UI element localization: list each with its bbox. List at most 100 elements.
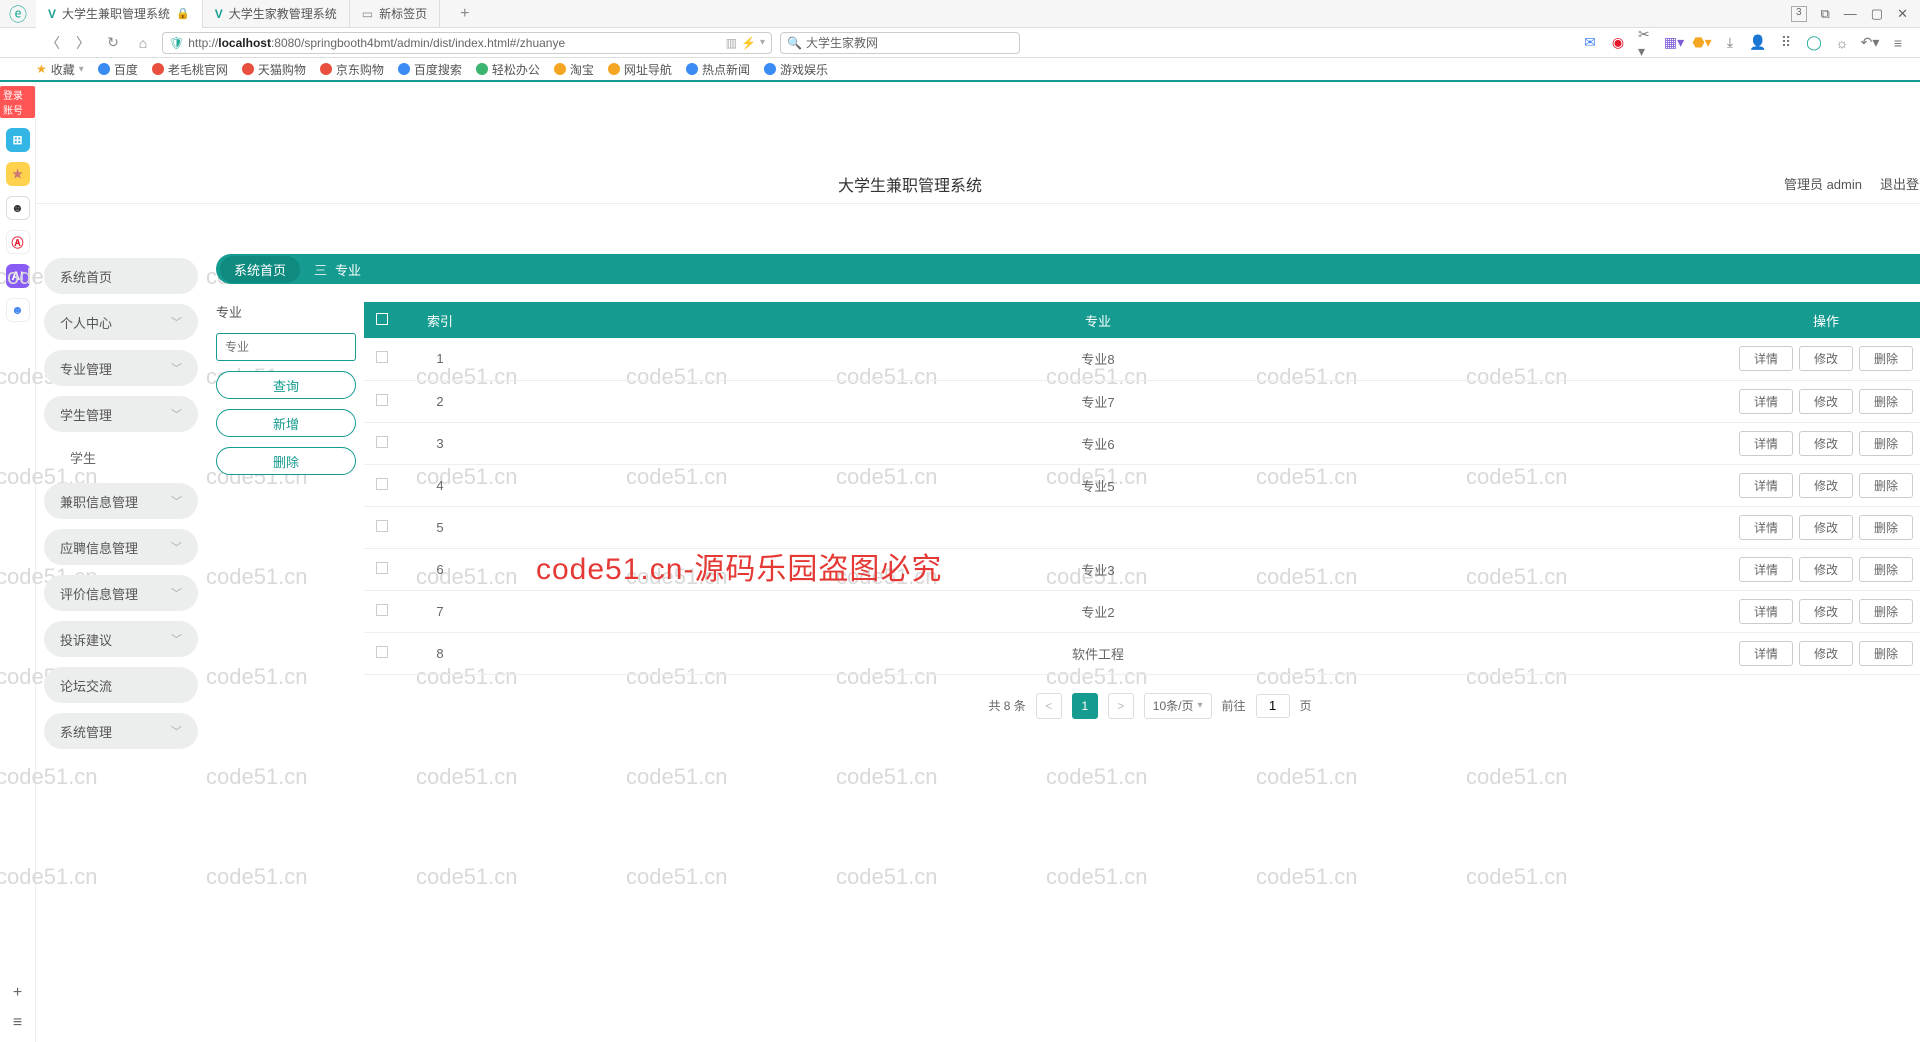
nav-fwd-icon[interactable]: 〉 bbox=[72, 33, 94, 53]
qr-icon[interactable]: ▥ bbox=[726, 36, 737, 50]
row-delete-button[interactable]: 删除 bbox=[1859, 431, 1913, 456]
edit-button[interactable]: 修改 bbox=[1799, 641, 1853, 666]
detail-button[interactable]: 详情 bbox=[1739, 641, 1793, 666]
nav-home-icon[interactable]: ⌂ bbox=[132, 35, 154, 51]
row-delete-button[interactable]: 删除 bbox=[1859, 599, 1913, 624]
edit-button[interactable]: 修改 bbox=[1799, 473, 1853, 498]
rail-app-icon[interactable]: ☻ bbox=[6, 196, 30, 220]
window-max-icon[interactable]: ▢ bbox=[1871, 6, 1883, 22]
detail-button[interactable]: 详情 bbox=[1739, 473, 1793, 498]
row-checkbox[interactable] bbox=[376, 478, 388, 490]
pager-page[interactable]: 1 bbox=[1072, 693, 1098, 719]
sun-icon[interactable]: ☼ bbox=[1834, 35, 1850, 51]
browser-tab-2[interactable]: ▭新标签页 bbox=[350, 0, 440, 28]
edit-button[interactable]: 修改 bbox=[1799, 346, 1853, 371]
bookmark-item[interactable]: 老毛桃官网 bbox=[152, 61, 228, 78]
edit-button[interactable]: 修改 bbox=[1799, 557, 1853, 582]
sidebar-item-major[interactable]: 专业管理﹀ bbox=[44, 350, 198, 386]
bolt-icon[interactable]: ⚡ bbox=[741, 36, 756, 50]
bookmark-fav[interactable]: ★收藏▾ bbox=[36, 61, 84, 78]
new-tab-button[interactable]: + bbox=[440, 0, 489, 28]
sidebar-item-home[interactable]: 系统首页 bbox=[44, 258, 198, 294]
query-button[interactable]: 查询 bbox=[216, 371, 356, 399]
row-checkbox[interactable] bbox=[376, 351, 388, 363]
edit-button[interactable]: 修改 bbox=[1799, 389, 1853, 414]
sidebar-item-forum[interactable]: 论坛交流 bbox=[44, 667, 198, 703]
row-delete-button[interactable]: 删除 bbox=[1859, 515, 1913, 540]
edit-button[interactable]: 修改 bbox=[1799, 431, 1853, 456]
window-min-icon[interactable]: — bbox=[1844, 6, 1857, 22]
row-delete-button[interactable]: 删除 bbox=[1859, 346, 1913, 371]
row-checkbox[interactable] bbox=[376, 436, 388, 448]
rail-app-icon[interactable]: AI bbox=[6, 264, 30, 288]
url-input[interactable]: 🛡 http://localhost:8080/springbooth4bmt/… bbox=[162, 32, 772, 54]
edit-button[interactable]: 修改 bbox=[1799, 599, 1853, 624]
bookmark-item[interactable]: 天猫购物 bbox=[242, 61, 306, 78]
rail-app-icon[interactable]: Ⓐ bbox=[6, 230, 30, 254]
rail-add-icon[interactable]: + bbox=[13, 984, 22, 1002]
rail-menu-icon[interactable]: ≡ bbox=[13, 1014, 22, 1032]
shield2-icon[interactable]: ⬣▾ bbox=[1694, 35, 1710, 51]
grid-icon[interactable]: ▦▾ bbox=[1666, 35, 1682, 51]
row-checkbox[interactable] bbox=[376, 562, 388, 574]
sidebar-sub-student[interactable]: 学生 bbox=[44, 442, 198, 473]
bookmark-item[interactable]: 游戏娱乐 bbox=[764, 61, 828, 78]
download-icon[interactable]: ⤓ bbox=[1722, 35, 1738, 51]
sidebar-item-parttime[interactable]: 兼职信息管理﹀ bbox=[44, 483, 198, 519]
bookmark-item[interactable]: 淘宝 bbox=[554, 61, 594, 78]
detail-button[interactable]: 详情 bbox=[1739, 557, 1793, 582]
undo-icon[interactable]: ↶▾ bbox=[1862, 35, 1878, 51]
bookmark-item[interactable]: 热点新闻 bbox=[686, 61, 750, 78]
bookmark-item[interactable]: 轻松办公 bbox=[476, 61, 540, 78]
th-checkbox[interactable] bbox=[364, 302, 400, 338]
row-delete-button[interactable]: 删除 bbox=[1859, 557, 1913, 582]
window-close-icon[interactable]: ✕ bbox=[1897, 6, 1908, 22]
admin-label[interactable]: 管理员 admin bbox=[1784, 174, 1862, 193]
bookmark-item[interactable]: 百度搜索 bbox=[398, 61, 462, 78]
nav-back-icon[interactable]: 〈 bbox=[42, 33, 64, 53]
window-pip-icon[interactable]: ⧉ bbox=[1821, 6, 1830, 22]
row-checkbox[interactable] bbox=[376, 604, 388, 616]
pager-size-select[interactable]: 10条/页▾ bbox=[1144, 693, 1212, 719]
rail-app-icon[interactable]: ⊞ bbox=[6, 128, 30, 152]
pager-next[interactable]: > bbox=[1108, 693, 1134, 719]
nav-reload-icon[interactable]: ↻ bbox=[102, 34, 124, 51]
row-checkbox[interactable] bbox=[376, 646, 388, 658]
scissors-icon[interactable]: ✂▾ bbox=[1638, 35, 1654, 51]
row-delete-button[interactable]: 删除 bbox=[1859, 641, 1913, 666]
detail-button[interactable]: 详情 bbox=[1739, 346, 1793, 371]
person-icon[interactable]: 👤 bbox=[1750, 35, 1766, 51]
sidebar-item-review[interactable]: 评价信息管理﹀ bbox=[44, 575, 198, 611]
rail-app-icon[interactable]: ★ bbox=[6, 162, 30, 186]
edit-button[interactable]: 修改 bbox=[1799, 515, 1853, 540]
pager-goto-input[interactable] bbox=[1256, 694, 1290, 718]
sidebar-item-student[interactable]: 学生管理﹀ bbox=[44, 396, 198, 432]
weibo-icon[interactable]: ◉ bbox=[1610, 35, 1626, 51]
row-delete-button[interactable]: 删除 bbox=[1859, 389, 1913, 414]
crumb-home[interactable]: 系统首页 bbox=[220, 256, 300, 283]
menu-icon[interactable]: ≡ bbox=[1890, 35, 1906, 51]
browser-tab-0[interactable]: V大学生兼职管理系统🔒 bbox=[36, 0, 203, 28]
mail-icon[interactable]: ✉ bbox=[1582, 35, 1598, 51]
detail-button[interactable]: 详情 bbox=[1739, 515, 1793, 540]
browser-tab-1[interactable]: V大学生家教管理系统 bbox=[203, 0, 350, 28]
logout-link[interactable]: 退出登录 bbox=[1880, 174, 1920, 193]
row-checkbox[interactable] bbox=[376, 394, 388, 406]
add-button[interactable]: 新增 bbox=[216, 409, 356, 437]
rail-login-badge[interactable]: 登录账号 bbox=[0, 86, 35, 118]
row-checkbox[interactable] bbox=[376, 520, 388, 532]
delete-button[interactable]: 删除 bbox=[216, 447, 356, 475]
sidebar-item-system[interactable]: 系统管理﹀ bbox=[44, 713, 198, 749]
browser-search-input[interactable]: 🔍 大学生家教网 bbox=[780, 32, 1020, 54]
row-delete-button[interactable]: 删除 bbox=[1859, 473, 1913, 498]
rail-app-icon[interactable]: ☻ bbox=[6, 298, 30, 322]
apps-icon[interactable]: ⠿ bbox=[1778, 35, 1794, 51]
bookmark-item[interactable]: 网址导航 bbox=[608, 61, 672, 78]
circle-icon[interactable]: ◯ bbox=[1806, 35, 1822, 51]
detail-button[interactable]: 详情 bbox=[1739, 599, 1793, 624]
sidebar-item-complaint[interactable]: 投诉建议﹀ bbox=[44, 621, 198, 657]
detail-button[interactable]: 详情 bbox=[1739, 389, 1793, 414]
bookmark-item[interactable]: 百度 bbox=[98, 61, 138, 78]
filter-input[interactable] bbox=[216, 333, 356, 361]
sidebar-item-profile[interactable]: 个人中心﹀ bbox=[44, 304, 198, 340]
